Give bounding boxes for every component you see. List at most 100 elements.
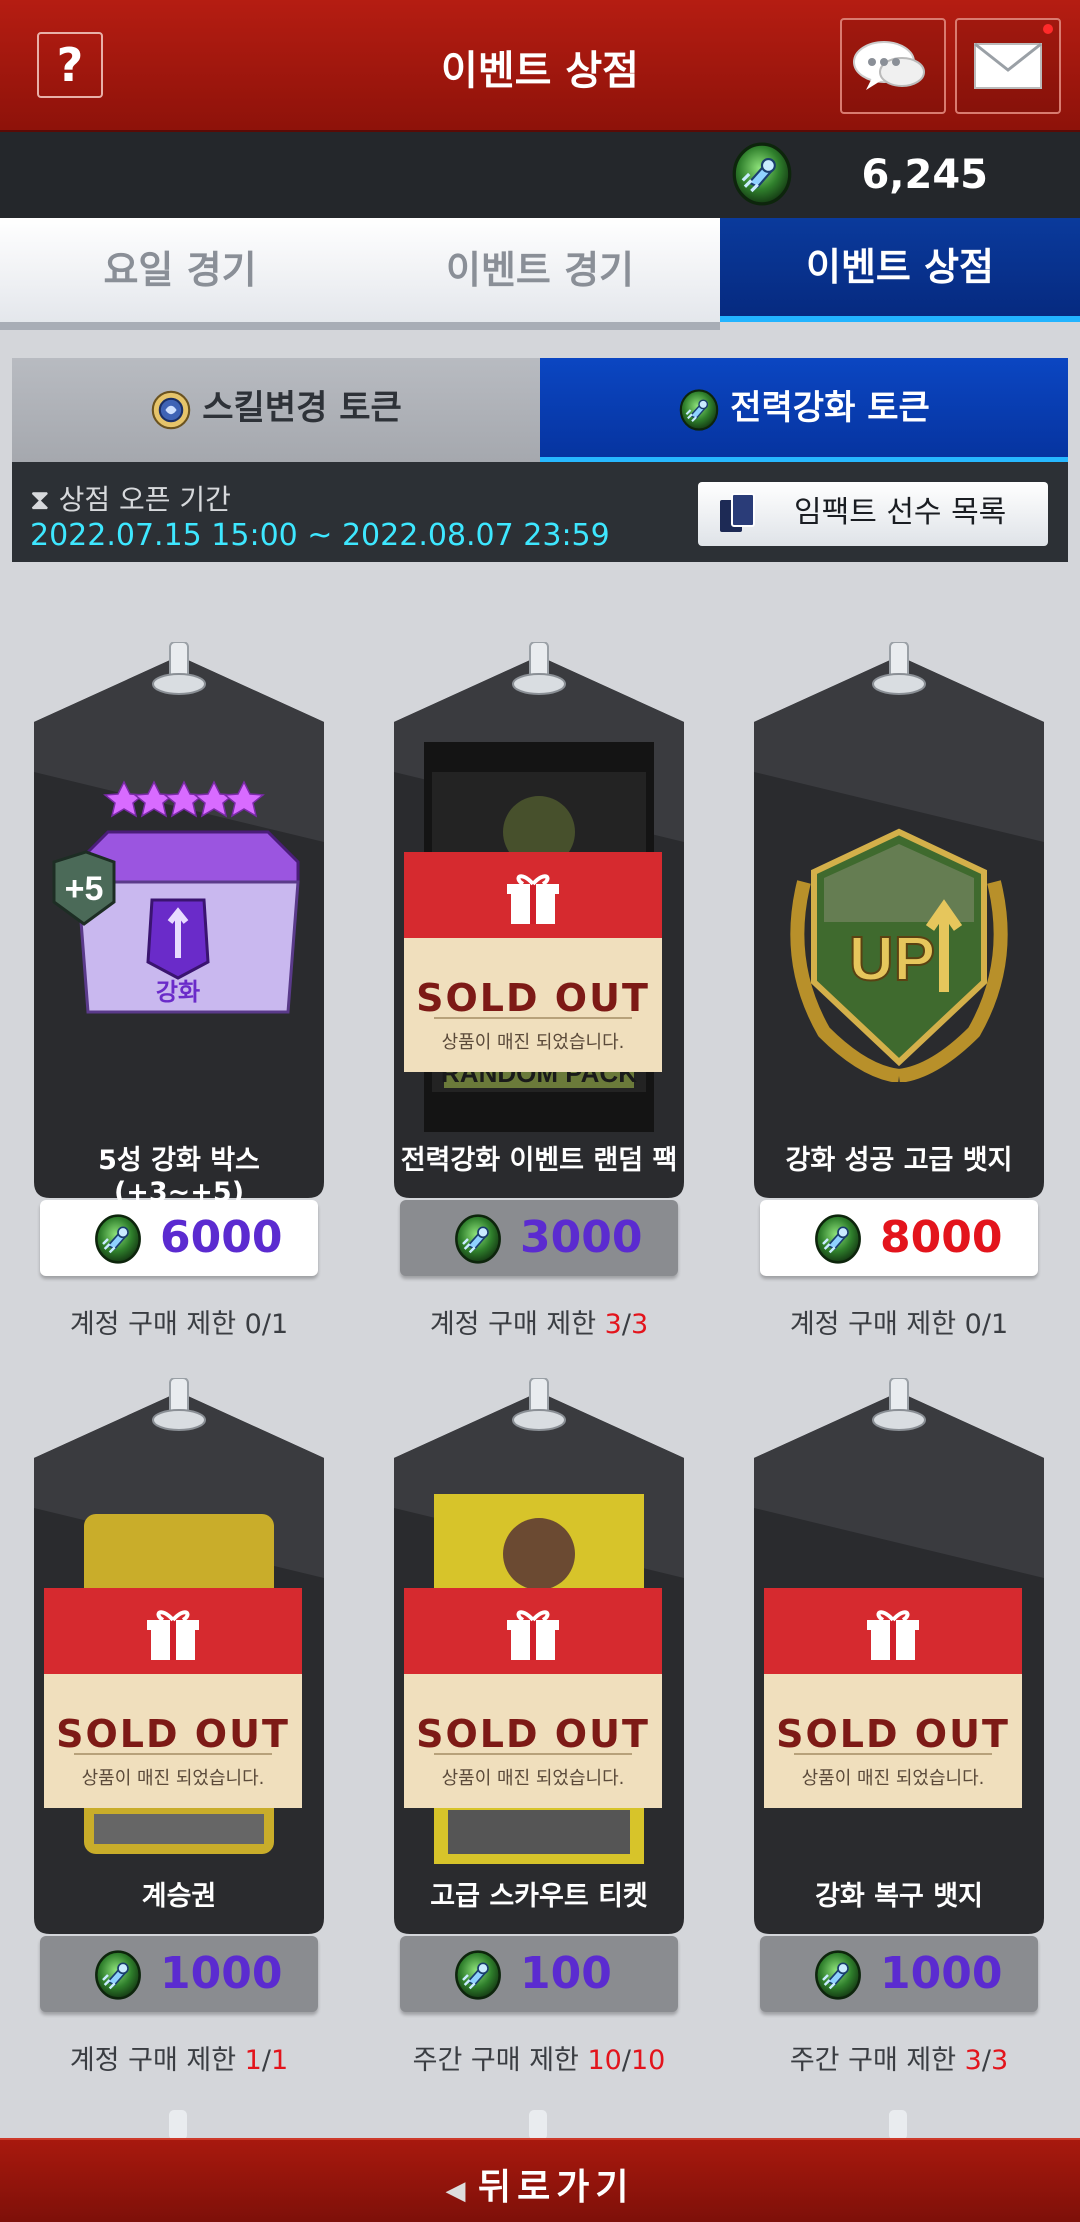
shop-period-label: ⧗ 상점 오픈 기간 — [30, 478, 231, 518]
shop-period-panel: ⧗ 상점 오픈 기간 2022.07.15 15:00 ~ 2022.08.07… — [12, 462, 1068, 562]
gift-icon — [143, 1604, 203, 1664]
header-bar: ? 이벤트 상점 — [0, 0, 1080, 132]
sold-out-label: SOLD OUT — [416, 1712, 650, 1756]
item-name: 전력강화 이벤트 랜덤 팩 — [400, 1145, 678, 1176]
limit-used: 3 — [604, 1309, 622, 1340]
notification-dot — [1043, 24, 1053, 34]
sold-out-overlay: SOLD OUT 상품이 매진 되었습니다. — [44, 1588, 302, 1808]
gift-icon — [863, 1604, 923, 1664]
token-balance: 6,245 — [861, 152, 988, 198]
limit-label: 계정 구매 제한 — [69, 1309, 237, 1340]
price-button[interactable]: 3000 — [400, 1200, 678, 1276]
item-price: 8000 — [880, 1212, 1003, 1263]
sold-out-label: SOLD OUT — [776, 1712, 1010, 1756]
up-badge-image: UP — [790, 828, 1008, 1082]
sold-out-label: SOLD OUT — [416, 976, 650, 1020]
limit-used: 10 — [587, 2045, 622, 2076]
back-button-label: 뒤로가기 — [478, 2167, 635, 2208]
price-button[interactable]: 100 — [400, 1936, 678, 2012]
purchase-limit: 계정 구매 제한 1/1 — [69, 2045, 289, 2076]
price-button[interactable]: 6000 — [40, 1200, 318, 1276]
item-name: 계승권 — [141, 1881, 217, 1912]
purchase-limit: 주간 구매 제한 10/10 — [412, 2045, 666, 2076]
bottom-bar: ◀ 뒤로가기 — [0, 2138, 1080, 2222]
limit-label: 주간 구매 제한 — [412, 2045, 579, 2076]
limit-max: 3 — [630, 1309, 649, 1340]
next-row-hook — [169, 2110, 187, 2140]
power-token-icon — [92, 1214, 144, 1264]
mail-icon — [974, 42, 1042, 89]
tab-divider — [0, 322, 720, 330]
limit-used: 3 — [964, 2045, 982, 2076]
back-button[interactable]: ◀ 뒤로가기 — [0, 2158, 1080, 2210]
sold-out-message: 상품이 매진 되었습니다. — [441, 1768, 625, 1789]
limit-max: 1 — [990, 1309, 1009, 1340]
price-button[interactable]: 1000 — [760, 1936, 1038, 2012]
token-tabs: 스킬변경 토큰 전력강화 토큰 — [12, 358, 1068, 462]
shop-period-value: 2022.07.15 15:00 ~ 2022.08.07 23:59 — [30, 518, 610, 553]
purchase-limit: 계정 구매 제한 0/1 — [789, 1309, 1009, 1340]
limit-max: 10 — [630, 2045, 666, 2076]
gift-icon — [503, 1604, 563, 1664]
impact-player-list-label: 임팩트 선수 목록 — [794, 495, 1007, 530]
power-token-icon — [452, 1950, 504, 2000]
limit-label: 계정 구매 제한 — [429, 1309, 597, 1340]
back-arrow-icon: ◀ — [445, 2176, 466, 2206]
tab-power-up-token[interactable]: 전력강화 토큰 — [540, 358, 1068, 462]
period-label-text: 상점 오픈 기간 — [58, 483, 231, 516]
limit-used: 0 — [964, 1309, 982, 1340]
sold-out-message: 상품이 매진 되었습니다. — [81, 1768, 265, 1789]
item-price: 100 — [520, 1948, 612, 1999]
limit-label: 계정 구매 제한 — [789, 1309, 957, 1340]
sold-out-message: 상품이 매진 되었습니다. — [441, 1032, 625, 1053]
impact-player-list-button[interactable]: 임팩트 선수 목록 — [698, 482, 1048, 546]
sold-out-overlay: SOLD OUT 상품이 매진 되었습니다. — [764, 1588, 1022, 1808]
item-price: 3000 — [520, 1212, 643, 1263]
price-button[interactable]: 8000 — [760, 1200, 1038, 1276]
tab-event-match[interactable]: 이벤트 경기 — [360, 218, 720, 322]
cards-icon — [720, 493, 755, 532]
item-price: 6000 — [160, 1212, 283, 1263]
tab-event-shop[interactable]: 이벤트 상점 — [720, 218, 1080, 322]
limit-label: 계정 구매 제한 — [69, 2045, 237, 2076]
limit-label: 주간 구매 제한 — [789, 2045, 957, 2076]
sold-out-message: 상품이 매진 되었습니다. — [801, 1768, 985, 1789]
box-badge: +5 — [65, 870, 104, 908]
limit-used: 0 — [244, 1309, 262, 1340]
limit-max: 1 — [270, 1309, 289, 1340]
token-balance-bar: 6,245 — [0, 132, 1080, 218]
purchase-limit: 주간 구매 제한 3/3 — [789, 2045, 1009, 2076]
power-token-icon — [678, 389, 720, 431]
item-name: 고급 스카우트 티켓 — [430, 1881, 648, 1912]
skill-token-icon — [151, 390, 191, 429]
sold-out-overlay: SOLD OUT 상품이 매진 되었습니다. — [404, 1588, 662, 1808]
upgrade-box-image: 강화 +5 — [52, 780, 300, 1014]
limit-used: 1 — [244, 2045, 262, 2076]
badge-label: UP — [849, 925, 935, 994]
tab-power-up-token-label: 전력강화 토큰 — [730, 388, 930, 428]
next-row-hook — [889, 2110, 907, 2140]
limit-max: 3 — [990, 2045, 1009, 2076]
box-label: 강화 — [156, 979, 200, 1006]
price-button[interactable]: 1000 — [40, 1936, 318, 2012]
sold-out-label: SOLD OUT — [56, 1712, 290, 1756]
next-row-hook — [529, 2110, 547, 2140]
purchase-limit: 계정 구매 제한 0/1 — [69, 1309, 289, 1340]
mail-button[interactable] — [955, 18, 1061, 114]
power-token-icon — [730, 142, 794, 206]
item-price: 1000 — [160, 1948, 283, 1999]
item-name: 강화 성공 고급 뱃지 — [785, 1145, 1013, 1176]
power-token-icon — [812, 1950, 864, 2000]
purchase-limit: 계정 구매 제한 3/3 — [429, 1309, 649, 1340]
item-name: 5성 강화 박스 (+3~+5) — [98, 1145, 260, 1208]
main-tabs: 요일 경기 이벤트 경기 이벤트 상점 — [0, 218, 1080, 330]
gift-icon — [503, 868, 563, 928]
tab-weekday-match[interactable]: 요일 경기 — [0, 218, 360, 322]
power-token-icon — [452, 1214, 504, 1264]
item-price: 1000 — [880, 1948, 1003, 1999]
chat-icon — [853, 41, 925, 90]
tab-skill-change-token-label: 스킬변경 토큰 — [202, 388, 402, 428]
chat-button[interactable] — [840, 18, 946, 114]
tab-skill-change-token[interactable]: 스킬변경 토큰 — [12, 358, 540, 462]
sold-out-overlay: SOLD OUT 상품이 매진 되었습니다. — [404, 852, 662, 1072]
